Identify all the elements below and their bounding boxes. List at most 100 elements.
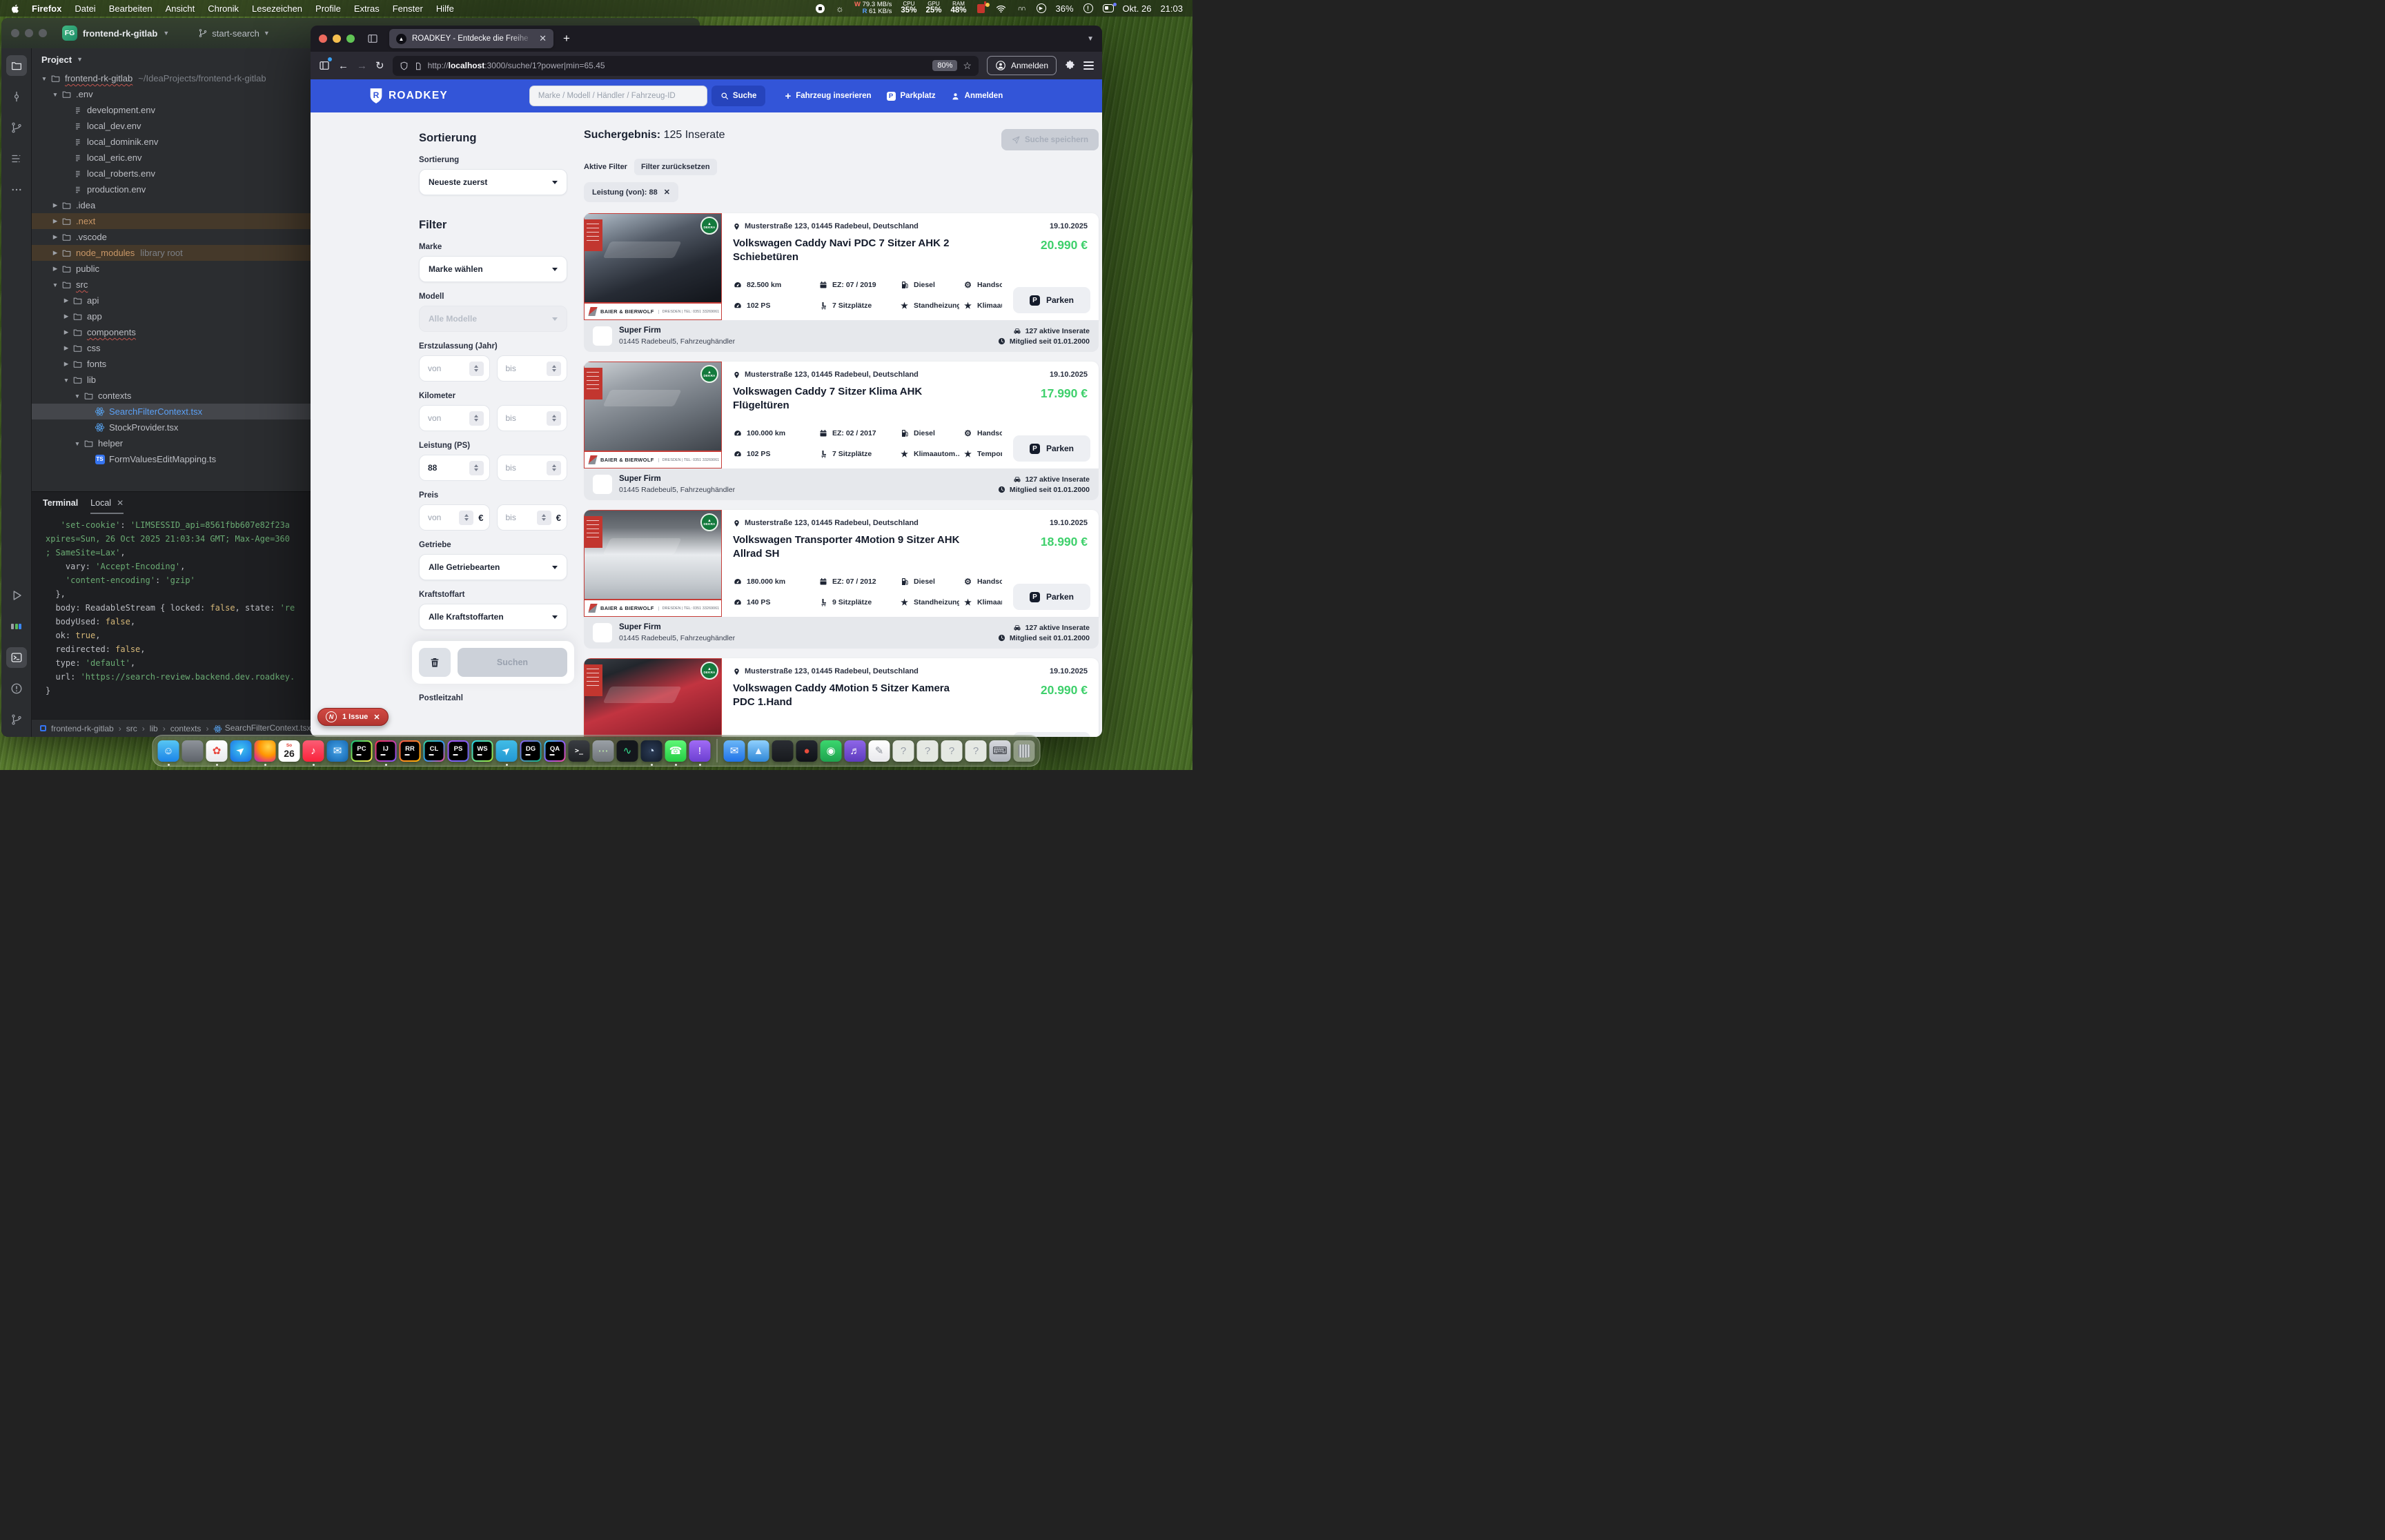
menu-item-lesezeichen[interactable]: Lesezeichen [252, 3, 302, 14]
url-bar[interactable]: http://localhost:3000/suche/1?power|min=… [393, 56, 979, 76]
list-tabs-icon[interactable]: ▼ [1087, 35, 1094, 43]
dock-item-pycharm[interactable]: PC [351, 740, 373, 762]
number-input-bis[interactable]: bis [497, 405, 568, 431]
zoom-level-badge[interactable]: 80% [932, 60, 957, 71]
listing-title[interactable]: Volkswagen Caddy 7 Sitzer Klima AHK Flüg… [733, 385, 1088, 412]
insert-vehicle-link[interactable]: +Fahrzeug inserieren [785, 90, 871, 102]
tree-chevron-icon[interactable]: ▶ [61, 328, 72, 336]
page-icon[interactable] [414, 61, 422, 70]
close-icon[interactable]: ✕ [539, 33, 547, 44]
site-search-input[interactable]: Marke / Modell / Händler / Fahrzeug-ID [529, 86, 707, 106]
dock-item-firefox[interactable] [255, 740, 276, 762]
dock-item-camera-green[interactable]: ◉ [821, 740, 842, 762]
ide-minimize-button[interactable] [25, 29, 33, 37]
number-input-von[interactable]: von€ [419, 504, 490, 531]
breadcrumb-item[interactable]: SearchFilterContext.tsx [213, 723, 311, 733]
stepper-icon[interactable] [547, 411, 561, 426]
dock-item-chat-purple[interactable]: ! [689, 740, 711, 762]
ide-branch-widget[interactable]: start-search ▼ [198, 28, 270, 39]
dock-item-activity[interactable]: ∿ [617, 740, 638, 762]
back-button[interactable]: ← [338, 60, 349, 72]
services-tool-icon[interactable] [6, 616, 27, 637]
more-tools-icon[interactable] [6, 179, 27, 200]
breadcrumb-item[interactable]: contexts [170, 724, 202, 733]
dock-item-music-purple[interactable]: ♬ [845, 740, 866, 762]
dock-item-thunderbird[interactable]: ✉ [327, 740, 349, 762]
dock-item-screenshot[interactable] [772, 740, 794, 762]
shield-icon[interactable] [400, 61, 409, 70]
firefox-signin-button[interactable]: Anmelden [987, 56, 1057, 75]
park-button[interactable]: PParken [1013, 584, 1090, 610]
tree-chevron-icon[interactable]: ▶ [61, 297, 72, 304]
dock-item-calendar[interactable]: So26 [279, 740, 300, 762]
menu-hamburger-icon[interactable] [1083, 61, 1094, 69]
dock-item-photos[interactable]: ✿ [206, 740, 228, 762]
filter-select-getriebe[interactable]: Alle Getriebearten [419, 554, 567, 580]
dock-item-obs[interactable]: ● [796, 740, 818, 762]
ram-stat[interactable]: RAM48% [950, 1, 966, 15]
dock-item-aqua[interactable]: QA [544, 740, 566, 762]
park-button[interactable]: PParken [1013, 435, 1090, 462]
dock-item-telegram[interactable]: ➤ [496, 740, 518, 762]
dock-item-datagrip[interactable]: DG [520, 740, 542, 762]
tree-chevron-icon[interactable]: ▶ [50, 249, 61, 257]
dock-item-unknown-2[interactable]: ? [917, 740, 939, 762]
run-tool-icon[interactable] [6, 585, 27, 606]
tree-chevron-icon[interactable]: ▼ [61, 377, 72, 384]
tree-chevron-icon[interactable]: ▼ [39, 75, 50, 82]
time-machine-icon[interactable]: ! [1083, 3, 1094, 14]
menu-item-hilfe[interactable]: Hilfe [436, 3, 454, 14]
menu-item-chronik[interactable]: Chronik [208, 3, 239, 14]
stepper-icon[interactable] [469, 461, 484, 475]
tree-chevron-icon[interactable]: ▶ [50, 201, 61, 209]
git-tool-icon[interactable] [6, 709, 27, 730]
listing-title[interactable]: Volkswagen Transporter 4Motion 9 Sitzer … [733, 533, 1088, 560]
dealer-row[interactable]: Super Firm01445 Radebeul5, Fahrzeughändl… [584, 468, 1099, 500]
sidebar-toggle-icon[interactable] [319, 59, 330, 72]
tree-chevron-icon[interactable]: ▶ [61, 344, 72, 352]
number-input-von[interactable]: von [419, 355, 490, 382]
menu-item-fenster[interactable]: Fenster [393, 3, 423, 14]
sort-select[interactable]: Neueste zuerst [419, 169, 567, 195]
dealer-row[interactable]: Super Firm01445 Radebeul5, Fahrzeughändl… [584, 320, 1099, 352]
dock-item-clion[interactable]: CL [424, 740, 445, 762]
terminal-tab-local[interactable]: Local ✕ [90, 492, 124, 514]
play-circle-icon[interactable]: ▶ [1036, 3, 1047, 14]
dock-item-rustrover[interactable]: RR [400, 740, 421, 762]
dock-item-understand[interactable]: ◔ [641, 740, 662, 762]
stepper-icon[interactable] [547, 362, 561, 376]
network-throughput-stat[interactable]: W 79.3 MB/sR 61 KB/s [854, 1, 892, 15]
breadcrumb-item[interactable]: frontend-rk-gitlab [51, 724, 114, 733]
listing-card[interactable]: ▲DEKRABAIER & BIERWOLFDRESDEN | TEL: 035… [584, 658, 1099, 737]
dock-item-unknown-1[interactable]: ? [893, 740, 914, 762]
extensions-puzzle-icon[interactable] [1065, 59, 1075, 72]
airpods-icon[interactable]: ∩∩ [1016, 3, 1027, 14]
number-input-von[interactable]: von [419, 405, 490, 431]
vcs-tool-icon[interactable] [6, 117, 27, 138]
tree-chevron-icon[interactable]: ▶ [50, 217, 61, 225]
dock-item-whatsapp[interactable]: ☎ [665, 740, 687, 762]
close-icon[interactable]: ✕ [664, 188, 670, 197]
commit-tool-icon[interactable] [6, 86, 27, 107]
filter-select-marke[interactable]: Marke wählen [419, 256, 567, 282]
dealer-row[interactable]: Super Firm01445 Radebeul5, Fahrzeughändl… [584, 617, 1099, 649]
apple-menu-icon[interactable] [10, 3, 21, 14]
tree-chevron-icon[interactable]: ▼ [72, 440, 83, 447]
stepper-icon[interactable] [537, 511, 551, 525]
ide-project-name[interactable]: frontend-rk-gitlab [83, 28, 157, 39]
sidebar-icon[interactable] [367, 32, 378, 45]
tree-chevron-icon[interactable]: ▼ [50, 282, 61, 288]
control-center-icon[interactable] [1103, 3, 1114, 14]
breadcrumb-item[interactable]: lib [150, 724, 158, 733]
stepper-icon[interactable] [469, 411, 484, 426]
dock-item-terminal[interactable]: >_ [569, 740, 590, 762]
menu-item-bearbeiten[interactable]: Bearbeiten [109, 3, 153, 14]
listing-title[interactable]: Volkswagen Caddy 4Motion 5 Sitzer Kamera… [733, 682, 1088, 709]
problems-tool-icon[interactable] [6, 678, 27, 699]
listing-card[interactable]: ▲DEKRABAIER & BIERWOLFDRESDEN | TEL: 035… [584, 362, 1099, 468]
stepper-icon[interactable] [459, 511, 473, 525]
bookmark-star-icon[interactable]: ☆ [963, 60, 972, 72]
tree-chevron-icon[interactable]: ▼ [50, 91, 61, 98]
reset-filters-button[interactable]: Filter zurücksetzen [634, 159, 717, 175]
number-input-bis[interactable]: bis€ [497, 504, 568, 531]
